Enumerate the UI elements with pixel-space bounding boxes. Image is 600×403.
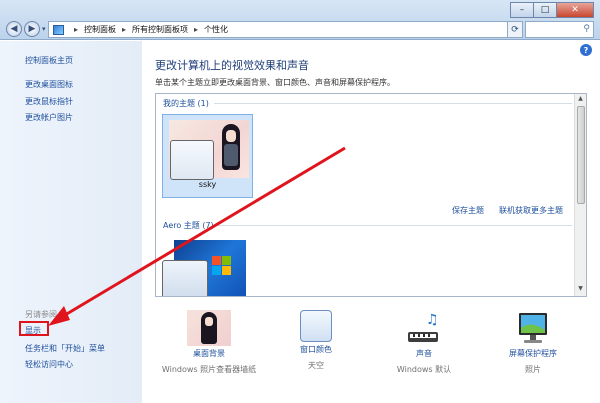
breadcrumb-separator: ▸: [122, 25, 127, 34]
screen-saver-icon: [513, 310, 553, 346]
ease-of-access-link[interactable]: 轻松访问中心: [25, 359, 73, 370]
theme-list-scrollbar[interactable]: ▲ ▼: [574, 94, 586, 296]
address-bar[interactable]: ▸ 控制面板 ▸ 所有控制面板项 ▸ 个性化: [48, 21, 518, 38]
window-preview: [170, 140, 214, 180]
desktop-background-icon: [187, 310, 231, 346]
change-account-picture-link[interactable]: 更改帐户图片: [25, 112, 73, 123]
close-button[interactable]: ✕: [556, 2, 594, 18]
breadcrumb-all-items[interactable]: 所有控制面板项: [132, 24, 188, 35]
theme-list[interactable]: 我的主题 (1) ssky 保存主题 联机获取更多主题 Aero 主题 (7) …: [155, 93, 587, 297]
window-color-icon: [300, 310, 332, 342]
window-color-value: 天空: [308, 361, 324, 370]
breadcrumb-separator: ▸: [194, 25, 199, 34]
control-panel-icon: [53, 24, 64, 35]
change-mouse-pointers-link[interactable]: 更改鼠标指针: [25, 96, 73, 107]
desktop-background-value: Windows 照片查看器墙纸: [161, 365, 257, 374]
refresh-button[interactable]: ⟳: [507, 21, 523, 38]
screen-saver-item[interactable]: 屏幕保护程序 照片: [500, 310, 566, 375]
breadcrumb-personalization[interactable]: 个性化: [204, 24, 228, 35]
anime-girl-image: [220, 124, 242, 172]
page-title: 更改计算机上的视觉效果和声音: [155, 59, 309, 72]
minimize-button[interactable]: –: [510, 2, 534, 18]
control-panel-home-link[interactable]: 控制面板主页: [25, 55, 73, 66]
page-subtitle: 单击某个主题立即更改桌面背景、窗口颜色、声音和屏幕保护程序。: [155, 78, 395, 87]
recent-pages-dropdown[interactable]: ▾: [42, 25, 46, 33]
windows-logo-icon: [212, 256, 232, 276]
my-themes-header: 我的主题 (1): [163, 99, 209, 108]
refresh-icon: ⟳: [511, 24, 519, 35]
scroll-up-icon[interactable]: ▲: [575, 95, 586, 105]
svg-text:♫: ♫: [426, 312, 439, 328]
forward-button[interactable]: ▶: [24, 21, 40, 37]
breadcrumb-control-panel[interactable]: 控制面板: [84, 24, 116, 35]
change-desktop-icons-link[interactable]: 更改桌面图标: [25, 79, 73, 90]
screen-saver-value: 照片: [525, 365, 541, 374]
get-more-themes-link[interactable]: 联机获取更多主题: [499, 205, 563, 216]
sounds-icon: ♫: [404, 310, 444, 346]
breadcrumb-separator: ▸: [74, 25, 79, 34]
group-divider: [214, 103, 572, 104]
sounds-value: Windows 默认: [396, 365, 452, 374]
desktop-background-item[interactable]: 桌面背景 Windows 照片查看器墙纸: [155, 310, 263, 375]
taskbar-start-menu-link[interactable]: 任务栏和「开始」菜单: [25, 343, 105, 354]
window-preview: [162, 260, 208, 296]
aero-themes-header: Aero 主题 (7): [163, 221, 214, 230]
see-also-heading: 另请参阅: [25, 310, 57, 319]
theme-tile-ssky[interactable]: ssky: [162, 114, 253, 198]
window-controls: – □ ✕: [510, 2, 594, 18]
maximize-button[interactable]: □: [533, 2, 557, 18]
sounds-item[interactable]: ♫ 声音 Windows 默认: [392, 310, 456, 375]
display-highlight-box: [19, 321, 49, 336]
back-button[interactable]: ◀: [6, 21, 22, 37]
title-bar: – □ ✕ ◀ ▶ ▾ ▸ 控制面板 ▸ 所有控制面板项 ▸ 个性化 ⟳ ⚲: [0, 0, 600, 40]
save-theme-link[interactable]: 保存主题: [452, 205, 484, 216]
scroll-down-icon[interactable]: ▼: [575, 285, 586, 295]
nav-buttons: ◀ ▶ ▾: [6, 21, 50, 37]
search-input[interactable]: ⚲: [525, 21, 594, 38]
theme-thumbnail: [169, 120, 249, 180]
group-divider: [218, 225, 572, 226]
scroll-thumb[interactable]: [577, 106, 585, 204]
sounds-label: 声音: [416, 349, 432, 358]
window-color-item[interactable]: 窗口颜色 天空: [285, 310, 347, 371]
search-icon: ⚲: [583, 24, 590, 34]
window-color-label: 窗口颜色: [300, 345, 332, 354]
help-button[interactable]: ?: [580, 44, 592, 56]
theme-name: ssky: [198, 180, 217, 189]
screen-saver-label: 屏幕保护程序: [509, 349, 557, 358]
desktop-background-label: 桌面背景: [193, 349, 225, 358]
